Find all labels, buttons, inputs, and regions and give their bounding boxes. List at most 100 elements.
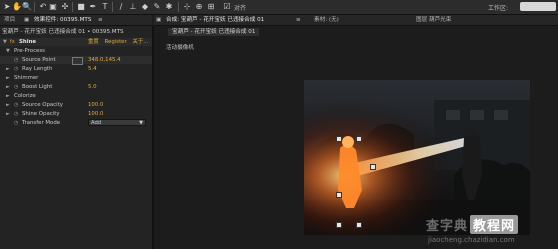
property-value[interactable]: 5.0 — [88, 83, 97, 91]
property-row-colorize[interactable]: ► Colorize — [0, 92, 152, 100]
tab-composition[interactable]: 合成: 宝葫芦 - 花开宝妖 已违接合成 01 — [166, 16, 264, 24]
world-axis-icon[interactable]: ⊕ — [194, 2, 204, 12]
property-row-boost-light[interactable]: ► ◷ Boost Light 5.0 — [0, 83, 152, 91]
site-watermark: 查字典 教程网 jiaocheng.chazidian.com — [426, 215, 556, 248]
stopwatch-icon[interactable]: ◷ — [14, 119, 18, 127]
selection-tool-icon[interactable]: ➤ — [2, 2, 12, 12]
toolbar-divider — [178, 2, 179, 12]
expand-triangle-icon[interactable]: ► — [6, 65, 10, 73]
transform-handle[interactable] — [356, 222, 362, 228]
effect-controls-panel: 宝葫芦 - 花开宝妖 已违接合成 01 • 00395.MTS ▼ fx Shi… — [0, 26, 154, 249]
property-value[interactable]: 100.0 — [88, 101, 103, 109]
left-panel-tabbar: 项目 ▣ 效果控件: 00395.MTS ≡ — [0, 15, 152, 26]
about-link[interactable]: 关于... — [132, 39, 148, 45]
snap-checkbox-icon[interactable]: ☑ — [222, 2, 232, 12]
expand-triangle-icon[interactable]: ► — [6, 101, 10, 109]
stopwatch-icon[interactable]: ◷ — [14, 83, 18, 91]
type-tool-icon[interactable]: T — [100, 2, 110, 12]
active-camera-label: 活动摄像机 — [166, 45, 194, 51]
toolbar-divider — [72, 2, 73, 12]
property-row-source-opacity[interactable]: ► ◷ Source Opacity 100.0 — [0, 101, 152, 109]
transform-handle[interactable] — [370, 164, 376, 170]
tab-effect-controls[interactable]: 效果控件: 00395.MTS — [34, 16, 91, 24]
expand-triangle-icon[interactable]: ► — [6, 74, 10, 82]
transform-handle[interactable] — [336, 222, 342, 228]
tab-footage[interactable]: 素材: (无) — [314, 16, 339, 24]
roto-brush-tool-icon[interactable]: ✎ — [152, 2, 162, 12]
composition-viewer[interactable] — [304, 80, 530, 235]
watermark-brand: 查字典 教程网 — [426, 215, 519, 234]
clone-stamp-tool-icon[interactable]: ⊥ — [128, 2, 138, 12]
expand-triangle-icon[interactable]: ► — [6, 110, 10, 118]
view-axis-icon[interactable]: ⊞ — [206, 2, 216, 12]
lock-icon[interactable]: ▣ — [24, 16, 29, 24]
effect-header-row[interactable]: ▼ fx Shine 重置 Register 关于... — [0, 38, 152, 46]
pan-behind-tool-icon[interactable]: ✣ — [60, 2, 70, 12]
stopwatch-icon[interactable]: ◷ — [14, 56, 18, 64]
transform-handle[interactable] — [336, 192, 342, 198]
eraser-tool-icon[interactable]: ◆ — [140, 2, 150, 12]
expand-triangle-icon[interactable]: ▼ — [3, 38, 7, 46]
watermark-brand-text: 查字典 — [426, 219, 469, 234]
tab-project[interactable]: 项目 — [4, 16, 15, 24]
property-row-ray-length[interactable]: ► ◷ Ray Length 5.4 — [0, 65, 152, 73]
property-value[interactable]: 5.4 — [88, 65, 97, 73]
property-row-pre-process[interactable]: ▼ Pre-Process — [0, 47, 152, 55]
property-label: Source Opacity — [22, 102, 63, 108]
camera-tool-icon[interactable]: ▣ — [48, 2, 58, 12]
toolbar-divider — [112, 2, 113, 12]
effect-name: Shine — [19, 39, 37, 45]
expand-triangle-icon[interactable]: ▼ — [6, 47, 10, 55]
register-link[interactable]: Register — [105, 39, 127, 45]
transform-handle[interactable] — [356, 136, 362, 142]
stopwatch-icon[interactable]: ◷ — [14, 101, 18, 109]
property-value[interactable]: 100.0 — [88, 110, 103, 118]
property-value[interactable]: 348.0,145.4 — [88, 56, 121, 64]
puppet-tool-icon[interactable]: ✱ — [164, 2, 174, 12]
zoom-tool-icon[interactable]: 🔍 — [22, 2, 32, 12]
property-row-transfer-mode[interactable]: ◷ Transfer Mode Add ▼ — [0, 119, 152, 127]
property-label: Colorize — [14, 93, 36, 99]
pen-tool-icon[interactable]: ✒ — [88, 2, 98, 12]
property-row-shine-opacity[interactable]: ► ◷ Shine Opacity 100.0 — [0, 110, 152, 118]
workspace-select[interactable] — [520, 2, 556, 11]
property-label: Source Point — [22, 57, 56, 63]
property-row-source-point[interactable]: ◷ Source Point 348.0,145.4 — [0, 56, 152, 65]
panel-menu-icon[interactable]: ≡ — [296, 16, 301, 24]
panel-menu-icon[interactable]: ≡ — [98, 16, 103, 24]
rectangle-tool-icon[interactable]: ■ — [76, 2, 86, 12]
chevron-down-icon: ▼ — [139, 120, 143, 126]
local-axis-icon[interactable]: ⊹ — [182, 2, 192, 12]
lock-icon[interactable]: ▣ — [156, 16, 161, 24]
align-label: 对齐 — [234, 5, 247, 12]
property-label: Pre-Process — [14, 48, 45, 54]
expand-triangle-icon[interactable]: ► — [6, 83, 10, 91]
tab-layer[interactable]: 图层 葫芦光束 — [416, 16, 451, 24]
reset-link[interactable]: 重置 — [88, 39, 99, 45]
property-row-shimmer[interactable]: ► Shimmer — [0, 74, 152, 82]
right-panel-tabbar: ▣ 合成: 宝葫芦 - 花开宝妖 已违接合成 01 ≡ 素材: (无) 图层 葫… — [154, 15, 558, 26]
property-label: Ray Length — [22, 66, 53, 72]
expand-triangle-icon[interactable]: ► — [6, 92, 10, 100]
transform-handle[interactable] — [336, 136, 342, 142]
toolbar-divider — [34, 2, 35, 12]
property-label: Transfer Mode — [22, 120, 61, 126]
transfer-mode-select[interactable]: Add ▼ — [88, 119, 146, 126]
stopwatch-icon[interactable]: ◷ — [14, 65, 18, 73]
property-label: Shimmer — [14, 75, 39, 81]
brush-tool-icon[interactable]: ∕ — [116, 2, 126, 12]
point-target-icon[interactable] — [72, 57, 83, 65]
stopwatch-icon[interactable]: ◷ — [14, 110, 18, 118]
fx-icon[interactable]: fx — [10, 38, 15, 46]
transfer-mode-value: Add — [91, 120, 102, 126]
tools-toolbar: ➤ ✋ 🔍 ↶ ▣ ✣ ■ ✒ T ∕ ⊥ ◆ ✎ ✱ ⊹ ⊕ ⊞ ☑ 对齐 工… — [0, 0, 558, 15]
hand-tool-icon[interactable]: ✋ — [12, 2, 22, 12]
watermark-boxed-text: 教程网 — [470, 215, 519, 234]
breadcrumb: 宝葫芦 - 花开宝妖 已违接合成 01 • 00395.MTS — [2, 29, 124, 35]
watermark-url: jiaocheng.chazidian.com — [428, 236, 515, 244]
rotate-tool-icon[interactable]: ↶ — [38, 2, 48, 12]
comp-name-tab[interactable]: 宝葫芦 - 花开宝妖 已违接合成 01 — [168, 28, 260, 36]
workspace-label: 工作区: — [488, 5, 509, 12]
footage-frame — [304, 80, 530, 235]
property-label: Shine Opacity — [22, 111, 60, 117]
